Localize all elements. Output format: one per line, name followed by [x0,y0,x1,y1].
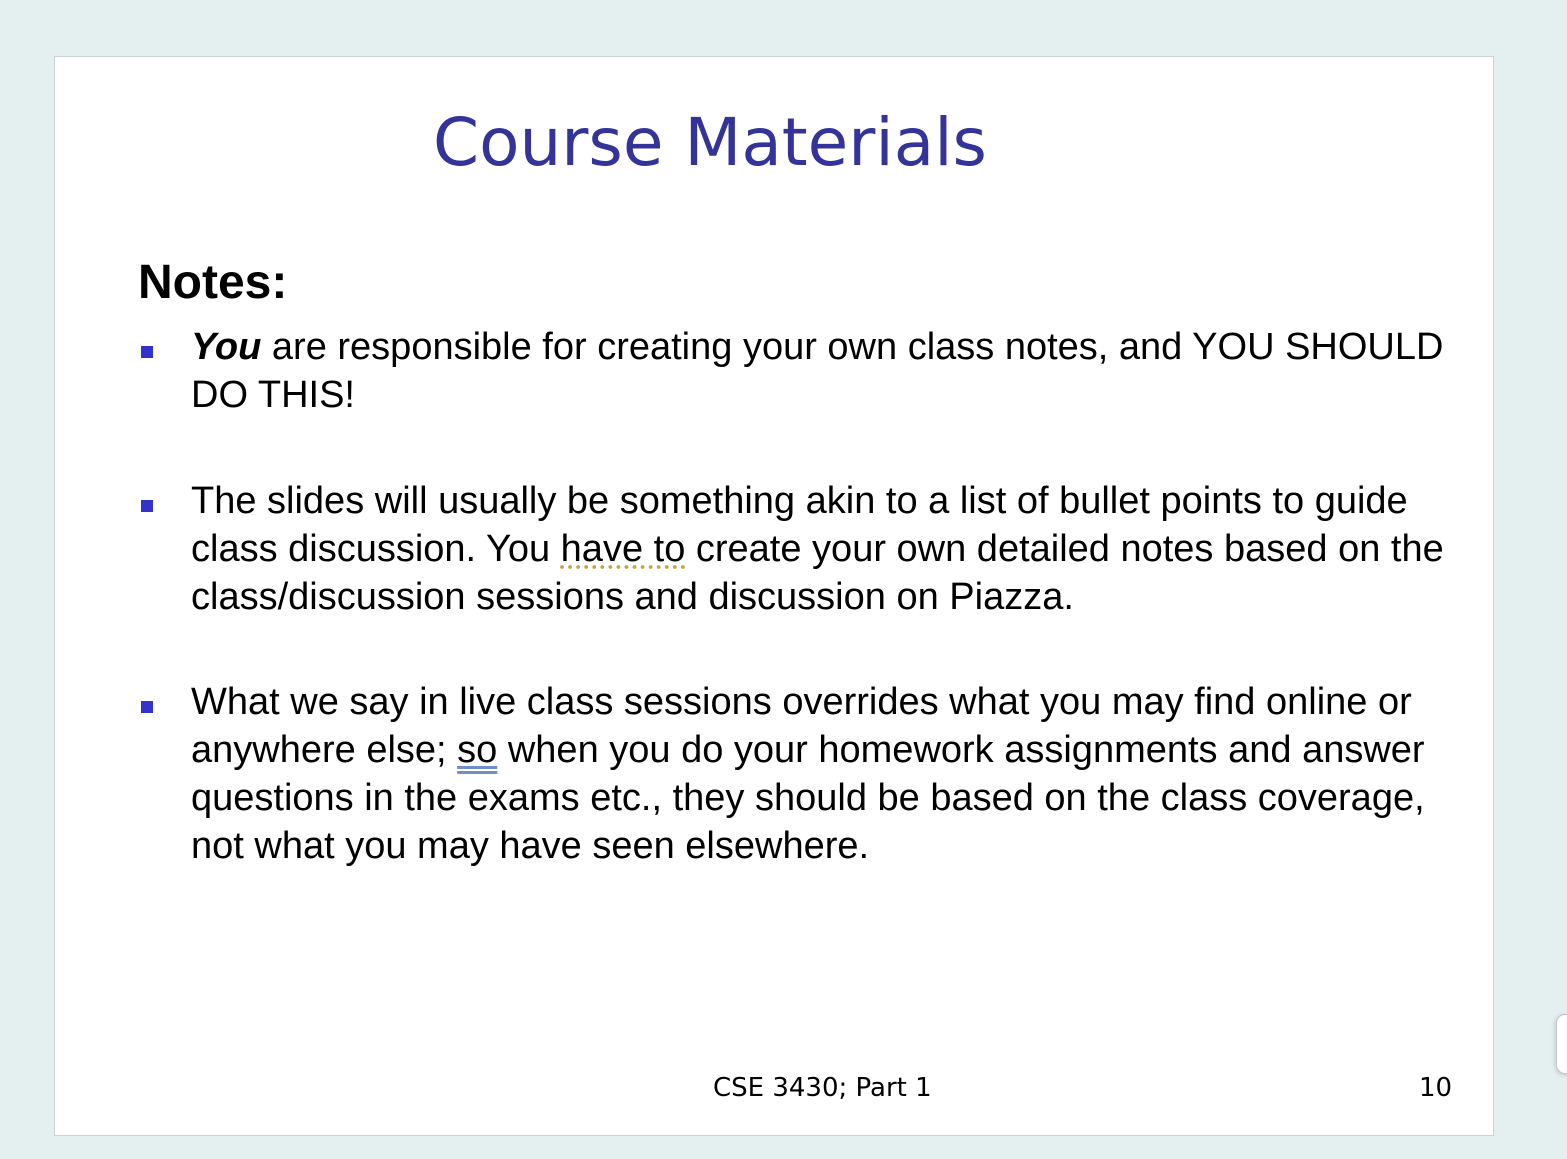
grammar-flagged-phrase[interactable]: have to [561,528,686,570]
bullet-text: The slides will usually be something aki… [191,477,1461,621]
grammar-flagged-word[interactable]: so [457,729,497,771]
bullet-marker-icon [141,346,153,358]
bullet-marker-icon [141,500,153,512]
bullet-body: are responsible for creating your own cl… [191,326,1444,416]
slide-number: 10 [1419,1073,1453,1103]
bullet-text: You are responsible for creating your ow… [191,323,1461,419]
notes-heading: Notes: [138,256,288,309]
bullet-marker-icon [141,701,153,713]
bullet-text: What we say in live class sessions overr… [191,678,1461,870]
slide: Course Materials Notes: You are responsi… [54,56,1494,1136]
slide-title: Course Materials [433,104,987,181]
bullet-emphasis: You [191,326,262,368]
side-panel-handle[interactable] [1556,1014,1567,1074]
slide-footer: CSE 3430; Part 1 [713,1073,932,1103]
